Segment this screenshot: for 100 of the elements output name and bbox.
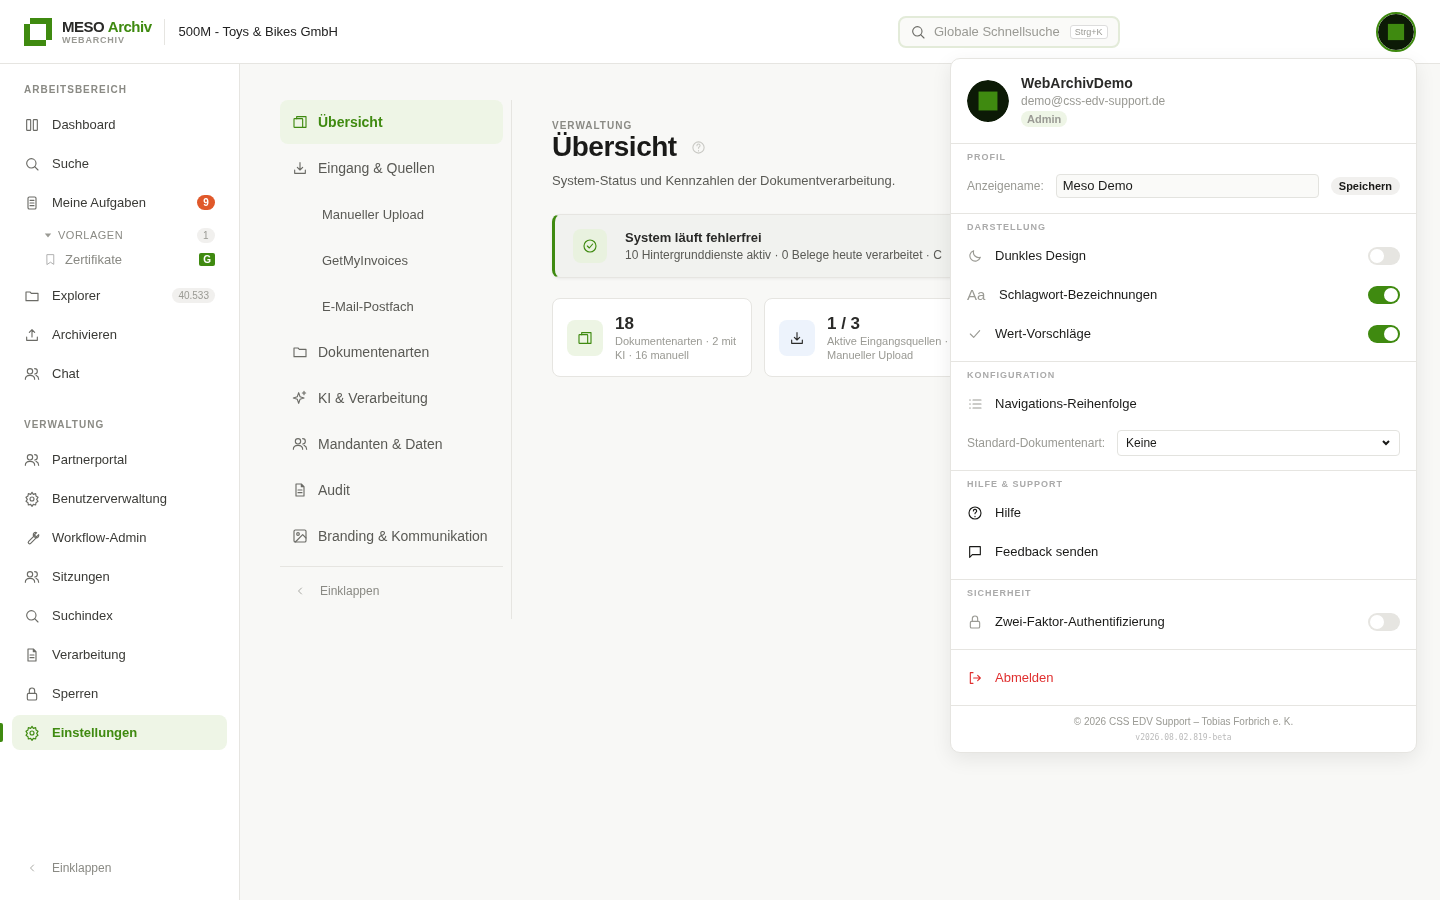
section-title: DARSTELLUNG xyxy=(967,221,1047,234)
logout-icon xyxy=(967,669,983,686)
stat-value: 1 / 3 xyxy=(827,313,862,334)
people-icon xyxy=(24,365,40,382)
sidebar-subitem[interactable]: Zertifikate G xyxy=(12,246,227,272)
sidebar-item[interactable]: Verarbeitung xyxy=(12,637,227,672)
stat-text: Dokumentenarten · 2 mit KI · 16 manuell xyxy=(615,333,738,362)
moon-icon xyxy=(967,247,983,264)
stat-value: 18 xyxy=(615,313,635,334)
section-title: HILFE & SUPPORT xyxy=(967,478,1064,491)
search-icon xyxy=(910,23,926,40)
search-icon xyxy=(24,607,40,624)
menu-link[interactable]: Hilfe xyxy=(967,493,1400,532)
toggle-switch[interactable] xyxy=(1368,324,1400,343)
settings-nav-subitem[interactable]: GetMyInvoices xyxy=(280,238,503,282)
section-title: SICHERHEIT xyxy=(967,587,1033,600)
text-size-icon: Aa xyxy=(967,286,987,303)
sidebar-item[interactable]: Meine Aufgaben 9 xyxy=(12,185,227,220)
sidebar-item[interactable]: Chat xyxy=(12,356,227,391)
settings-nav-item[interactable]: Übersicht xyxy=(280,100,503,144)
chevron-down-icon xyxy=(1381,437,1391,448)
copyright-text: © 2026 CSS EDV Support – Tobias Forbrich e. K. xyxy=(1072,716,1295,727)
settings-nav-item[interactable]: Mandanten & Daten xyxy=(280,422,503,466)
sparkle-icon xyxy=(292,390,308,406)
copy-icon xyxy=(292,114,308,130)
check-circle-icon xyxy=(582,238,598,254)
people-icon xyxy=(24,568,40,585)
settings-nav-item[interactable]: Branding & Kommunikation xyxy=(280,514,503,558)
section-title: VERWALTUNG xyxy=(23,418,106,432)
sidebar-item[interactable]: Benutzerverwaltung xyxy=(12,481,227,516)
toggle-switch[interactable] xyxy=(1368,612,1400,631)
sidebar-item[interactable]: Workflow-Admin xyxy=(12,520,227,555)
people-icon xyxy=(292,436,308,452)
user-email: demo@css-edv-support.de xyxy=(1021,94,1166,108)
group-header[interactable]: VORLAGEN 1 xyxy=(12,224,227,246)
sidebar-item[interactable]: Partnerportal xyxy=(12,442,227,477)
copy-icon xyxy=(577,329,593,346)
sidebar-item[interactable]: Suchindex xyxy=(12,598,227,633)
avatar-icon[interactable] xyxy=(967,80,1009,122)
toggle-switch[interactable] xyxy=(1368,285,1400,304)
document-icon xyxy=(24,646,40,663)
section-title: ARBEITSBEREICH xyxy=(23,83,128,97)
user-name: WebArchivDemo xyxy=(1021,75,1134,91)
count-badge: 9 xyxy=(197,195,215,210)
people-icon xyxy=(24,451,40,468)
active-indicator xyxy=(0,723,3,742)
section-title: PROFIL xyxy=(967,151,1007,164)
upload-icon xyxy=(24,326,40,343)
sidebar-item[interactable]: Explorer 40.533 xyxy=(12,278,227,313)
caret-icon xyxy=(44,231,52,239)
status-text: 10 Hintergrunddienste aktiv · 0 Belege heute verarbeitet · C xyxy=(625,248,942,262)
settings-nav-item[interactable]: Dokumentenarten xyxy=(280,330,503,374)
sidebar-item[interactable]: Dashboard xyxy=(12,107,227,142)
toggle-switch[interactable] xyxy=(1368,246,1400,265)
columns-icon xyxy=(24,116,40,133)
sidebar-item[interactable]: Archivieren xyxy=(12,317,227,352)
image-icon xyxy=(292,528,308,544)
folder-icon xyxy=(292,344,308,360)
sidebar-item[interactable]: Sitzungen xyxy=(12,559,227,594)
role-tag: Admin xyxy=(1021,111,1068,127)
lock-icon xyxy=(24,685,40,702)
bookmark-icon xyxy=(44,252,57,266)
setting-label: Zwei-Faktor-Authentifizierung xyxy=(995,614,1165,629)
field-label: Anzeigename: xyxy=(967,178,1044,193)
collapse-button[interactable]: Einklappen xyxy=(12,854,227,882)
logout-link[interactable]: Abmelden xyxy=(967,658,1400,697)
message-icon xyxy=(967,543,983,560)
settings-nav-item[interactable]: Audit xyxy=(280,468,503,512)
clipboard-icon xyxy=(24,194,40,211)
sidebar-item[interactable]: Sperren xyxy=(12,676,227,711)
avatar-icon[interactable] xyxy=(1376,11,1416,52)
gear-icon xyxy=(24,724,40,741)
settings-nav-subitem[interactable]: Manueller Upload xyxy=(280,192,503,236)
download-icon xyxy=(789,329,805,346)
name-field[interactable]: Meso Demo xyxy=(1055,173,1319,198)
download-icon xyxy=(292,160,308,176)
version-text: v2026.08.02.819-beta xyxy=(1134,733,1233,742)
settings-nav-item[interactable]: Eingang & Quellen xyxy=(280,146,503,190)
gear-icon xyxy=(24,490,40,507)
status-title: System läuft fehlerfrei xyxy=(625,230,763,245)
logo-icon xyxy=(24,17,52,46)
page-subtitle: System-Status und Kennzahlen der Dokumentverarbeitung. xyxy=(552,173,896,188)
brand-name: MESO Archiv xyxy=(62,18,152,34)
select-field[interactable]: Keine xyxy=(1117,429,1400,456)
menu-link[interactable]: Navigations-Reihenfolge xyxy=(967,384,1400,423)
search-icon xyxy=(24,155,40,172)
setting-label: Wert-Vorschläge xyxy=(995,326,1091,341)
settings-nav-subitem[interactable]: E-Mail-Postfach xyxy=(280,284,503,328)
count-badge: 40.533 xyxy=(172,288,215,303)
setting-label: Schlagwort-Bezeichnungen xyxy=(999,287,1158,302)
save-button[interactable]: Speichern xyxy=(1330,176,1400,195)
tenant-name: 500M - Toys & Bikes GmbH xyxy=(178,24,338,39)
field-label: Standard-Dokumentenart: xyxy=(967,435,1106,450)
sidebar-item[interactable]: Suche xyxy=(12,146,227,181)
count-badge: 1 xyxy=(196,227,215,243)
stat-text: Aktive Eingangsquellen · Manueller Upload xyxy=(827,333,950,362)
settings-nav-item[interactable]: KI & Verarbeitung xyxy=(280,376,503,420)
page-eyebrow: VERWALTUNG xyxy=(552,120,633,131)
count-badge: G xyxy=(199,252,215,266)
menu-link[interactable]: Feedback senden xyxy=(967,532,1400,571)
